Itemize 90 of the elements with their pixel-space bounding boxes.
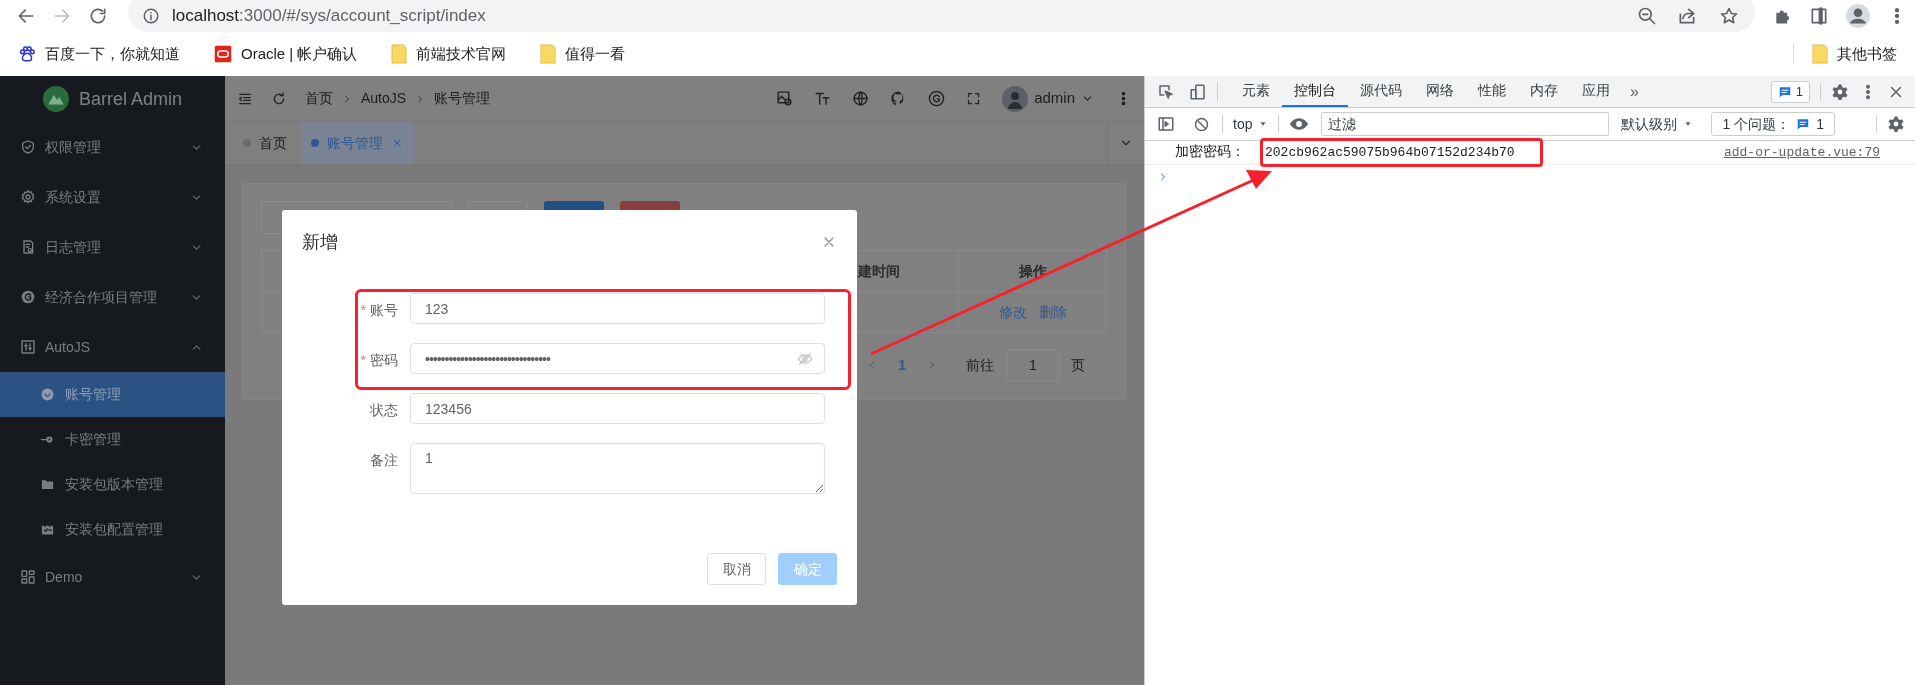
bookmark[interactable]: 其他书签 (1806, 39, 1903, 69)
level-select[interactable]: 默认级别 (1621, 113, 1694, 135)
dialog-title: 新增 (302, 230, 338, 254)
grid-icon (20, 569, 36, 585)
breadcrumb-item: 账号管理 (434, 89, 491, 108)
dialog-button[interactable]: 取消 (707, 553, 766, 585)
star-icon[interactable] (1719, 6, 1739, 26)
field-label: 密码 (370, 351, 398, 370)
devtools-tab[interactable]: 应用 (1570, 76, 1622, 107)
url-text: localhost:3000/#/sys/account_script/index (172, 5, 486, 28)
settings-icon[interactable] (1831, 82, 1849, 101)
menu-item[interactable]: 经济合作项目管理 (0, 272, 225, 322)
input-field[interactable]: 123 (410, 293, 825, 324)
devtools-tab[interactable]: 控制台 (1282, 76, 1348, 107)
document-icon (20, 239, 36, 255)
refresh-icon[interactable] (271, 90, 287, 107)
breadcrumb-item[interactable]: AutoJS (361, 88, 407, 109)
issues-button[interactable]: 1 个问题： 1 (1711, 112, 1835, 136)
gear-icon (20, 189, 36, 205)
text-area[interactable]: 1 (410, 443, 825, 494)
field-label: 备注 (370, 451, 398, 470)
device-icon[interactable] (1189, 82, 1207, 101)
page-tab[interactable]: 首页 (233, 122, 297, 164)
message-badge[interactable]: 1 (1770, 80, 1810, 103)
fullscreen-icon[interactable] (966, 91, 982, 106)
paw-icon[interactable] (18, 45, 36, 63)
oracle-logo-icon[interactable] (214, 45, 232, 63)
shield-icon (20, 139, 36, 155)
brand-name: Barrel Admin (78, 87, 182, 111)
goto-label: 前往 (966, 355, 994, 375)
bookmark[interactable]: 百度一下，你就知道 (12, 39, 186, 69)
filter-field[interactable]: 过滤 (1321, 112, 1610, 136)
submenu-item[interactable]: 安装包配置管理 (0, 507, 225, 552)
globe-icon[interactable] (852, 90, 870, 107)
share-icon[interactable] (1677, 6, 1697, 26)
page-input[interactable]: 1 (1006, 349, 1060, 381)
menu-item[interactable]: 日志管理 (0, 222, 225, 272)
logo-icon (42, 86, 69, 112)
devtools-tab[interactable]: 元素 (1230, 76, 1282, 107)
column-header: 建时间 (858, 261, 900, 281)
menu-item[interactable]: AutoJS (0, 322, 225, 372)
input-field[interactable]: •••••••••••••••••••••••••••••••• (410, 343, 825, 374)
message-icon (1796, 117, 1811, 131)
devtools-tab[interactable]: 内存 (1518, 76, 1570, 107)
devtools-tab[interactable]: 网络 (1414, 76, 1466, 107)
text-size-icon[interactable] (814, 90, 832, 107)
page-unit: 页 (1071, 355, 1085, 375)
settings-icon[interactable] (1887, 115, 1905, 133)
address-bar[interactable]: localhost:3000/#/sys/account_script/index (128, 0, 1755, 32)
circle-logo-icon (20, 289, 36, 305)
bookmark[interactable]: 值得一看 (534, 39, 632, 69)
breadcrumb-item[interactable]: 首页 (305, 88, 333, 109)
devtools-tab[interactable]: 源代码 (1348, 76, 1414, 107)
side-panel-icon[interactable] (1809, 6, 1829, 26)
source-link[interactable]: add-or-update.vue:79 (1723, 142, 1880, 163)
user-name[interactable]: admin (1034, 87, 1075, 110)
required-mark: * (360, 301, 366, 320)
calendar-icon (40, 522, 55, 537)
bookmark[interactable]: Oracle | 帐户确认 (208, 39, 364, 69)
profile-icon[interactable] (1845, 3, 1871, 29)
field-label: 账号 (370, 301, 398, 320)
devtools-tab[interactable]: 性能 (1466, 76, 1518, 107)
avatar[interactable] (1002, 85, 1029, 112)
back-icon[interactable] (16, 6, 36, 26)
inspect-icon[interactable] (1157, 82, 1175, 101)
submenu-item[interactable]: 账号管理 (0, 372, 225, 417)
folder-icon (40, 477, 55, 492)
smile-icon (40, 387, 55, 402)
console-value: 202cb962ac59075b964b07152d234b70 (1265, 144, 1515, 160)
menu-item[interactable]: 系统设置 (0, 172, 225, 222)
clear-icon[interactable] (1193, 115, 1210, 133)
sidebar-toggle-icon[interactable] (1157, 115, 1175, 133)
required-mark: * (360, 351, 366, 370)
input-field[interactable]: 123456 (410, 393, 825, 424)
field-label: 状态 (370, 401, 398, 420)
context-select[interactable]: top (1233, 113, 1269, 135)
bookmark[interactable]: 前端技术官网 (385, 39, 513, 69)
reload-icon[interactable] (88, 6, 108, 26)
circle-logo-icon[interactable] (928, 90, 946, 107)
menu-item[interactable]: 权限管理 (0, 122, 225, 172)
zoom-out-icon[interactable] (1637, 6, 1657, 26)
console-label: 加密密码： (1175, 143, 1245, 162)
more-tabs-button[interactable]: » (1622, 76, 1647, 107)
info-icon[interactable] (142, 7, 160, 25)
submenu-item[interactable]: 卡密管理 (0, 417, 225, 462)
menu-item[interactable]: Demo (0, 552, 225, 602)
image-icon[interactable] (776, 90, 794, 107)
message-icon (1777, 84, 1792, 99)
submenu-item[interactable]: 安装包版本管理 (0, 462, 225, 507)
sliders-icon (20, 339, 36, 355)
